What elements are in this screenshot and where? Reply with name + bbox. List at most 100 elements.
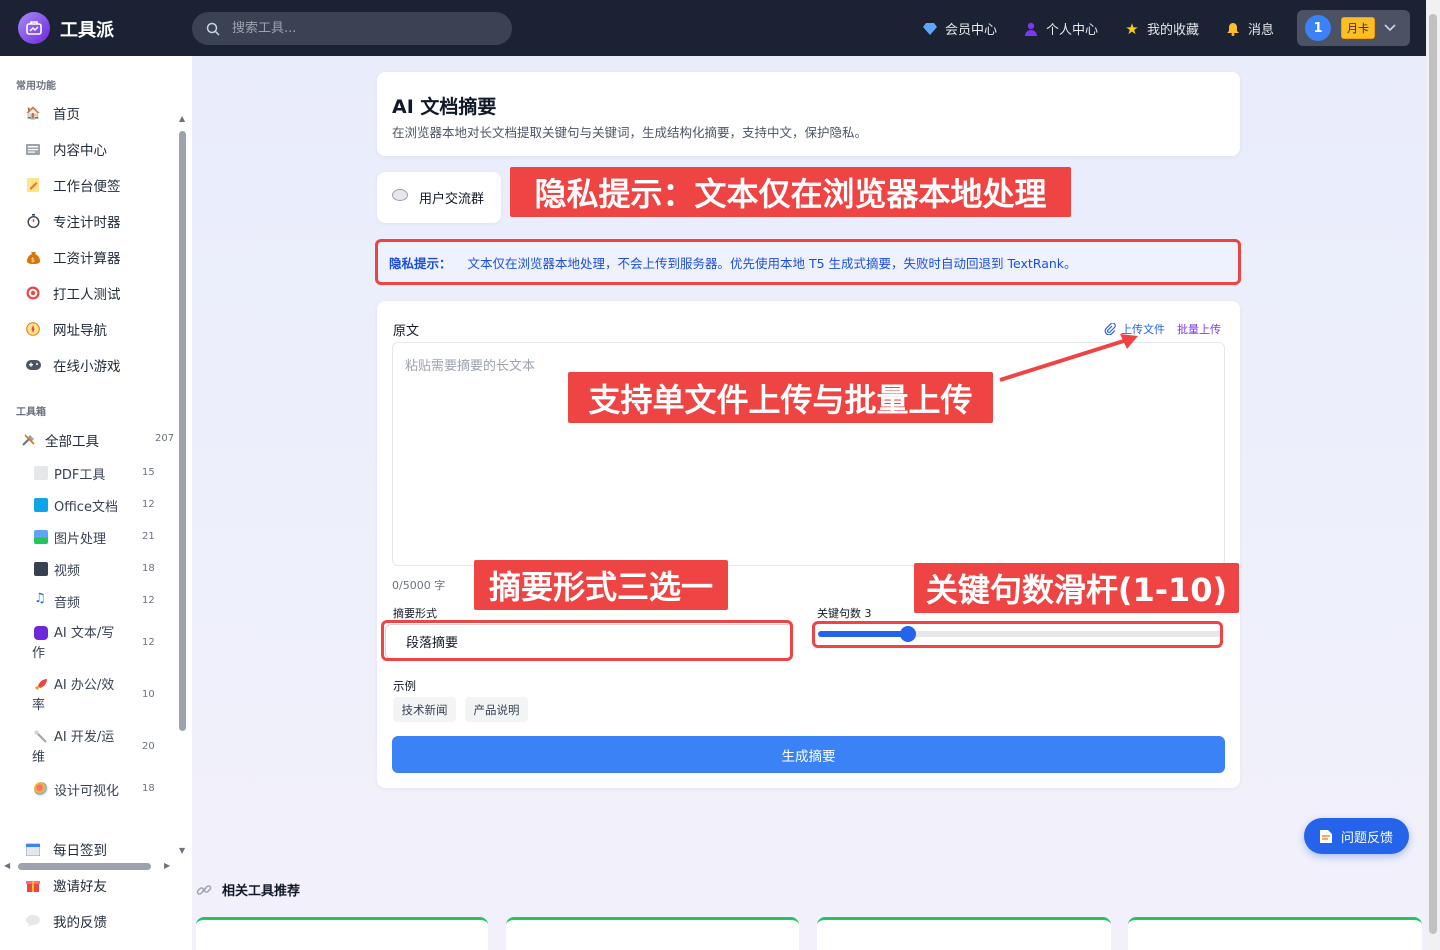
sidebar-item-label: 率 — [32, 698, 46, 713]
sidebar-horizontal-scrollbar[interactable]: ◀ ▶ — [4, 860, 174, 872]
example-chip[interactable]: 技术新闻 — [393, 697, 456, 722]
sidebar-item-invite[interactable]: 邀请好友 — [24, 875, 107, 895]
tool-count: 18 — [142, 563, 155, 574]
tool-count: 21 — [142, 531, 155, 542]
annotation-form-box — [381, 620, 793, 661]
annotation-arrow-icon — [999, 334, 1138, 382]
sidebar-item-image[interactable]: 图片处理 — [34, 528, 106, 547]
sidebar-item-memo[interactable]: 工作台便签 — [24, 175, 121, 195]
tools-icon — [20, 431, 38, 449]
sidebar-item-label: 音频 — [54, 596, 81, 611]
avatar[interactable]: 1 — [1305, 15, 1331, 41]
page-scrollbar[interactable] — [1426, 0, 1440, 950]
sidebar-item-label: 打工人测试 — [53, 287, 121, 303]
target-icon — [24, 284, 42, 302]
sidebar-item-label: 工资计算器 — [53, 251, 121, 267]
tool-count: 12 — [142, 595, 155, 606]
sidebar-item-worker-test[interactable]: 打工人测试 — [24, 283, 121, 303]
related-tool-card[interactable] — [1128, 917, 1422, 950]
tool-count: 10 — [142, 689, 155, 700]
char-counter: 0/5000 字 — [392, 579, 446, 592]
link-icon — [196, 884, 212, 895]
annotation-privacy-box — [375, 239, 1241, 285]
sidebar-item-pdf[interactable]: PDF工具 — [34, 464, 105, 483]
memo-icon — [24, 176, 42, 194]
sidebar-item-label: 每日签到 — [53, 843, 107, 859]
sidebar-item-ai-office[interactable]: AI 办公/效 率 — [32, 676, 114, 716]
sidebar-item-home[interactable]: 🏠 首页 — [24, 103, 80, 123]
document-icon — [1319, 830, 1332, 843]
feedback-label: 问题反馈 — [1340, 830, 1393, 846]
gift-icon — [24, 876, 42, 894]
sidebar-item-ai-writing[interactable]: AI 文本/写 作 — [32, 624, 114, 664]
sidebar-item-salary[interactable]: $ 工资计算器 — [24, 247, 121, 267]
user-menu[interactable]: 1 月卡 — [1297, 10, 1410, 46]
sidebar-item-label: 维 — [32, 750, 46, 765]
sidebar-item-games[interactable]: 在线小游戏 — [24, 355, 121, 375]
feedback-button[interactable]: 问题反馈 — [1304, 818, 1409, 854]
sidebar-item-label: 全部工具 — [45, 434, 99, 450]
search-box[interactable] — [192, 12, 512, 45]
music-note-icon: ♫ — [34, 591, 46, 606]
sidebar-item-video[interactable]: 视频 — [34, 560, 80, 579]
sidebar-item-design[interactable]: 设计可视化 — [34, 780, 119, 799]
search-input[interactable] — [232, 21, 482, 36]
batch-upload-link[interactable]: 批量上传 — [1177, 321, 1221, 337]
nav-messages[interactable]: 消息 — [1225, 19, 1274, 38]
logo-icon[interactable] — [18, 12, 50, 44]
top-header: 工具派 会员中心 个人中心 ★ 我的收藏 消息 1 月卡 — [0, 0, 1426, 56]
sidebar-item-label: 作 — [32, 646, 46, 661]
calendar-icon — [24, 840, 42, 858]
user-icon — [1023, 21, 1039, 37]
scroll-down-arrow-icon[interactable]: ▼ — [179, 846, 185, 855]
page-title: AI 文档摘要 — [392, 96, 497, 118]
scroll-right-arrow-icon[interactable]: ▶ — [164, 861, 170, 870]
sidebar-item-ai-dev[interactable]: AI 开发/运 维 — [32, 728, 114, 768]
sidebar-item-label: 我的反馈 — [53, 915, 107, 931]
sidebar-item-all-tools[interactable]: 全部工具 — [20, 430, 99, 450]
nav-profile[interactable]: 个人中心 — [1023, 19, 1098, 38]
sidebar-scrollbar[interactable]: ▲ ▼ — [178, 114, 188, 856]
sidebar-item-timer[interactable]: 专注计时器 — [24, 211, 121, 231]
app-name[interactable]: 工具派 — [60, 16, 114, 42]
scrollbar-thumb[interactable] — [179, 131, 186, 731]
related-tool-card[interactable] — [817, 917, 1111, 950]
nav-favorites[interactable]: ★ 我的收藏 — [1124, 19, 1199, 39]
related-tool-card[interactable] — [196, 917, 488, 950]
chevron-down-icon[interactable] — [1384, 24, 1396, 32]
generate-summary-button[interactable]: 生成摘要 — [392, 736, 1225, 773]
sidebar-item-my-feedback[interactable]: 我的反馈 — [24, 911, 107, 931]
sidebar-item-nav[interactable]: 网址导航 — [24, 319, 107, 339]
scroll-left-arrow-icon[interactable]: ◀ — [4, 861, 10, 870]
example-chip[interactable]: 产品说明 — [465, 697, 528, 722]
annotation-upload: 支持单文件上传与批量上传 — [568, 372, 993, 423]
picture-icon — [34, 530, 48, 544]
gamepad-icon — [24, 356, 42, 374]
office-icon — [34, 498, 48, 512]
scrollbar-thumb[interactable] — [18, 863, 151, 870]
annotation-slider-box — [812, 621, 1223, 648]
home-icon: 🏠 — [25, 106, 41, 120]
user-group-label: 用户交流群 — [419, 192, 485, 207]
key-sentence-label: 关键句数 3 — [817, 605, 872, 621]
sidebar-item-label: 内容中心 — [53, 143, 107, 159]
annotation-form: 摘要形式三选一 — [474, 560, 728, 610]
textarea-placeholder: 粘贴需要摘要的长文本 — [405, 359, 536, 374]
nav-vip-center[interactable]: 会员中心 — [922, 19, 997, 38]
sidebar-item-label: PDF工具 — [54, 468, 106, 483]
scrollbar-thumb[interactable] — [1429, 14, 1437, 934]
speech-bubble-icon — [24, 912, 42, 930]
sidebar-item-label: Office文档 — [54, 500, 118, 515]
tool-count: 18 — [142, 783, 155, 794]
tool-count: 20 — [142, 741, 155, 752]
wrench-icon — [34, 730, 48, 744]
sidebar-item-checkin[interactable]: 每日签到 — [24, 839, 107, 859]
newspaper-icon — [24, 140, 42, 158]
scroll-up-arrow-icon[interactable]: ▲ — [179, 114, 185, 123]
related-tool-card[interactable] — [506, 917, 799, 950]
sidebar-item-content[interactable]: 内容中心 — [24, 139, 107, 159]
document-icon — [34, 466, 48, 480]
sidebar-item-audio[interactable]: ♫ 音频 — [34, 591, 81, 612]
user-group-button[interactable]: 用户交流群 — [377, 172, 501, 223]
sidebar-item-office[interactable]: Office文档 — [34, 496, 118, 515]
